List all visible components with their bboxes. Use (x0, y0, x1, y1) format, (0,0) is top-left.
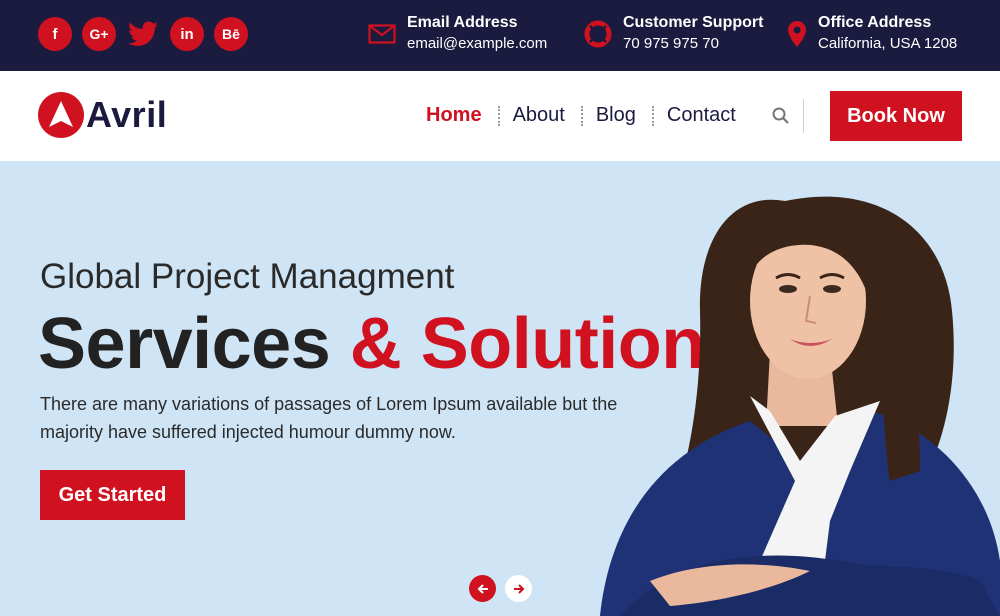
nav-separator (580, 105, 583, 126)
nav-separator (651, 105, 654, 126)
slider-next-arrow-icon[interactable] (505, 575, 532, 602)
contact-support-title: Customer Support (623, 14, 764, 31)
nav-item-blog[interactable]: Blog (596, 104, 636, 127)
nav-menu: Home About Blog Contact (426, 104, 736, 127)
contact-email: Email Address email@example.com (367, 13, 547, 55)
logo-mark-icon (38, 92, 84, 138)
twitter-icon[interactable] (126, 17, 160, 51)
book-now-button[interactable]: Book Now (830, 91, 962, 141)
social-links: f G+ in Bē (38, 17, 248, 51)
nav-item-contact[interactable]: Contact (667, 104, 736, 127)
map-pin-icon (786, 19, 808, 49)
main-navbar: Avril Home About Blog Contact Book Now (0, 71, 1000, 161)
contact-support: Customer Support 70 975 975 70 (583, 13, 763, 55)
hero-person-image (600, 196, 1000, 616)
hero-section: Global Project Managment Services & Solu… (0, 161, 1000, 616)
top-bar: f G+ in Bē Email Address email@example.c… (0, 0, 1000, 71)
contact-address: Office Address California, USA 1208 (786, 13, 957, 55)
brand-name: Avril (86, 94, 168, 135)
google-plus-icon[interactable]: G+ (82, 17, 116, 51)
envelope-icon (367, 19, 397, 49)
contact-address-title: Office Address (818, 14, 932, 31)
hero-title-main: Services (38, 304, 350, 384)
linkedin-icon[interactable]: in (170, 17, 204, 51)
slider-prev-arrow-icon[interactable] (469, 575, 496, 602)
nav-divider (803, 99, 804, 133)
contact-email-value[interactable]: email@example.com (407, 33, 547, 55)
nav-item-about[interactable]: About (513, 104, 565, 127)
contact-email-title: Email Address (407, 14, 518, 31)
search-icon[interactable] (772, 107, 789, 129)
nav-item-home[interactable]: Home (426, 104, 482, 127)
lifebuoy-icon (583, 19, 613, 49)
contact-support-value[interactable]: 70 975 975 70 (623, 33, 763, 55)
nav-separator (497, 105, 500, 126)
behance-icon[interactable]: Bē (214, 17, 248, 51)
slider-arrows (469, 575, 532, 602)
get-started-button[interactable]: Get Started (40, 470, 185, 520)
facebook-icon[interactable]: f (38, 17, 72, 51)
contact-address-value: California, USA 1208 (818, 35, 958, 52)
hero-subtitle: Global Project Managment (40, 257, 455, 296)
brand-logo[interactable]: Avril (38, 92, 167, 138)
